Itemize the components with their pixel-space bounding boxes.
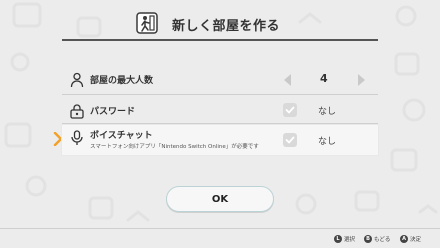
increase-arrow-icon[interactable] bbox=[358, 74, 365, 86]
setting-row-max-players[interactable]: 部屋の最大人数 4 bbox=[62, 67, 378, 93]
max-players-value: 4 bbox=[320, 72, 328, 85]
footer-hint-label: 決定 bbox=[410, 236, 422, 243]
footer-hint-back[interactable]: B もどる bbox=[364, 233, 390, 244]
microphone-icon bbox=[71, 130, 83, 145]
door-with-person-icon bbox=[136, 12, 158, 34]
header: 新しく部屋を作る bbox=[0, 0, 440, 38]
page-title: 新しく部屋を作る bbox=[172, 19, 281, 34]
password-status: なし bbox=[318, 107, 337, 117]
row-divider bbox=[62, 94, 378, 95]
setting-label-max-players: 部屋の最大人数 bbox=[90, 76, 154, 86]
setting-label-voice-chat: ボイスチャット bbox=[90, 131, 153, 141]
footer-divider bbox=[0, 228, 440, 229]
check-icon bbox=[285, 106, 295, 114]
footer-hint-label: もどる bbox=[374, 236, 391, 243]
lock-icon bbox=[70, 104, 84, 119]
setting-row-voice-chat[interactable]: ボイスチャット スマートフォン向けアプリ「Nintendo Switch Onl… bbox=[62, 125, 378, 155]
footer-hint-confirm[interactable]: A 決定 bbox=[400, 233, 421, 244]
decrease-arrow-icon[interactable] bbox=[284, 74, 291, 86]
voice-chat-status: なし bbox=[318, 137, 337, 147]
setting-sublabel-voice-chat: スマートフォン向けアプリ「Nintendo Switch Online」が必要で… bbox=[90, 144, 259, 150]
header-divider bbox=[62, 39, 378, 41]
setting-row-password[interactable]: パスワード なし bbox=[62, 98, 378, 124]
row-divider bbox=[62, 123, 378, 124]
b-button-icon: B bbox=[364, 234, 372, 243]
setting-label-password: パスワード bbox=[90, 107, 136, 117]
footer-hint-label: 選択 bbox=[344, 236, 356, 243]
person-icon bbox=[70, 72, 84, 88]
ok-button[interactable]: OK bbox=[166, 186, 274, 212]
voice-chat-checkbox[interactable] bbox=[283, 133, 297, 147]
password-checkbox[interactable] bbox=[283, 103, 297, 117]
check-icon bbox=[285, 136, 295, 144]
footer-hint-select: L 選択 bbox=[334, 233, 355, 244]
a-button-icon: A bbox=[400, 234, 408, 243]
l-stick-icon: L bbox=[334, 234, 342, 243]
